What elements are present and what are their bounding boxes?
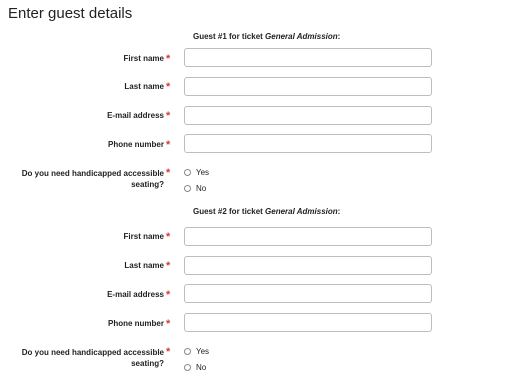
required-marker: *: [166, 260, 171, 272]
radio-label-no: No: [196, 363, 207, 372]
guest-1-email-input[interactable]: [184, 106, 432, 125]
guest-1-phone-input[interactable]: [184, 134, 432, 153]
guest-2-phone-input[interactable]: [184, 313, 432, 332]
required-marker: *: [166, 289, 171, 301]
guest-1-last-name-input[interactable]: [184, 77, 432, 96]
first-name-label: First name: [123, 232, 164, 241]
radio-label-no: No: [196, 184, 207, 193]
email-label: E-mail address: [107, 290, 164, 299]
guest-heading-prefix: Guest #1 for ticket: [193, 32, 266, 41]
guest-details-page: Enter guest details Guest #1 for ticket …: [0, 0, 523, 379]
radio-button[interactable]: [184, 348, 191, 355]
phone-label: Phone number: [107, 319, 164, 328]
radio-label-yes: Yes: [196, 168, 210, 177]
ticket-type: General Admission: [265, 32, 338, 41]
last-name-label: Last name: [124, 261, 164, 270]
guest-heading-suffix: :: [337, 207, 341, 216]
required-marker: *: [166, 167, 171, 179]
radio-label-yes: Yes: [196, 347, 210, 356]
guest-2-last-name-input[interactable]: [184, 256, 432, 275]
guest-heading-suffix: :: [337, 32, 341, 41]
phone-label: Phone number: [107, 140, 164, 149]
ticket-type: General Admission: [265, 207, 338, 216]
guest-heading-prefix: Guest #2 for ticket: [193, 207, 266, 216]
required-marker: *: [166, 346, 171, 358]
page-title: Enter guest details: [8, 5, 133, 22]
required-marker: *: [166, 139, 171, 151]
guest-2-heading: Guest #2 for ticket General Admission:: [193, 207, 340, 216]
handicap-question-label: Do you need handicapped accessible seati…: [21, 169, 164, 189]
handicap-question-label: Do you need handicapped accessible seati…: [21, 348, 164, 368]
guest-1-heading: Guest #1 for ticket General Admission:: [193, 32, 340, 41]
guest-2-handicap-yes-radio[interactable]: Yes: [184, 347, 209, 356]
radio-button[interactable]: [184, 169, 191, 176]
guest-1-handicap-yes-radio[interactable]: Yes: [184, 168, 209, 177]
required-marker: *: [166, 81, 171, 93]
required-marker: *: [166, 110, 171, 122]
guest-2-handicap-no-radio[interactable]: No: [184, 363, 206, 372]
radio-button[interactable]: [184, 364, 191, 371]
guest-1-first-name-input[interactable]: [184, 48, 432, 67]
guest-2-email-input[interactable]: [184, 284, 432, 303]
guest-1-handicap-no-radio[interactable]: No: [184, 184, 206, 193]
required-marker: *: [166, 231, 171, 243]
first-name-label: First name: [123, 54, 164, 63]
radio-button[interactable]: [184, 185, 191, 192]
email-label: E-mail address: [107, 111, 164, 120]
guest-2-first-name-input[interactable]: [184, 227, 432, 246]
required-marker: *: [166, 318, 171, 330]
last-name-label: Last name: [124, 82, 164, 91]
required-marker: *: [166, 53, 171, 65]
